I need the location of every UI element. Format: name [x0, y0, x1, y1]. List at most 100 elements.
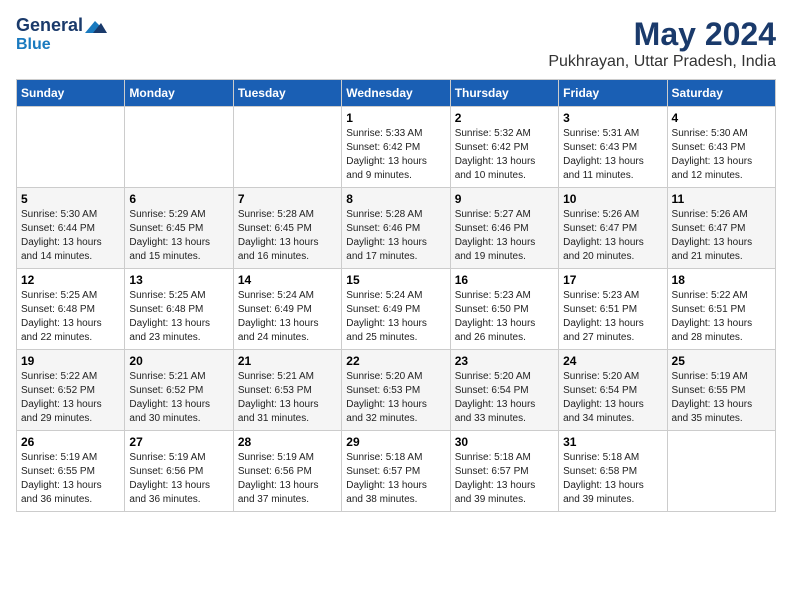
- day-info: Sunrise: 5:30 AMSunset: 6:44 PMDaylight:…: [21, 208, 120, 264]
- day-number: 27: [129, 435, 228, 449]
- day-info: Sunrise: 5:22 AMSunset: 6:51 PMDaylight:…: [672, 289, 771, 345]
- day-cell: 22Sunrise: 5:20 AMSunset: 6:53 PMDayligh…: [342, 350, 450, 431]
- day-number: 17: [563, 273, 662, 287]
- day-info: Sunrise: 5:25 AMSunset: 6:48 PMDaylight:…: [129, 289, 228, 345]
- day-info: Sunrise: 5:27 AMSunset: 6:46 PMDaylight:…: [455, 208, 554, 264]
- logo-blue: Blue: [16, 36, 51, 54]
- day-cell: [667, 431, 775, 512]
- logo-general: General: [16, 16, 83, 36]
- day-cell: 17 Sunrise: 5:23 AMSunset: 6:51 PMDayligh…: [559, 269, 667, 350]
- day-cell: 26 Sunrise: 5:19 AMSunset: 6:55 PMDayligh…: [17, 431, 125, 512]
- calendar-table: SundayMondayTuesdayWednesdayThursdayFrid…: [16, 79, 776, 512]
- weekday-header-tuesday: Tuesday: [233, 80, 341, 107]
- day-number: 18: [672, 273, 771, 287]
- day-number: 10: [563, 192, 662, 206]
- day-number: 24: [563, 354, 662, 368]
- location-title: Pukhrayan, Uttar Pradesh, India: [548, 53, 776, 71]
- weekday-header-thursday: Thursday: [450, 80, 558, 107]
- day-info: Sunrise: 5:28 AMSunset: 6:46 PMDaylight:…: [346, 208, 445, 264]
- day-number: 5: [21, 192, 120, 206]
- day-cell: 28Sunrise: 5:19 AMSunset: 6:56 PMDayligh…: [233, 431, 341, 512]
- weekday-header-friday: Friday: [559, 80, 667, 107]
- day-info: Sunrise: 5:20 AMSunset: 6:54 PMDaylight:…: [455, 370, 554, 426]
- day-number: 12: [21, 273, 120, 287]
- day-info: Sunrise: 5:29 AMSunset: 6:45 PMDaylight:…: [129, 208, 228, 264]
- day-number: 15: [346, 273, 445, 287]
- day-number: 28: [238, 435, 337, 449]
- day-cell: 8 Sunrise: 5:28 AMSunset: 6:46 PMDaylight…: [342, 188, 450, 269]
- day-cell: 23 Sunrise: 5:20 AMSunset: 6:54 PMDayligh…: [450, 350, 558, 431]
- day-info: Sunrise: 5:26 AMSunset: 6:47 PMDaylight:…: [672, 208, 771, 264]
- day-info: Sunrise: 5:21 AMSunset: 6:53 PMDaylight:…: [238, 370, 337, 426]
- week-row-1: 1 Sunrise: 5:33 AMSunset: 6:42 PMDaylight…: [17, 107, 776, 188]
- day-cell: [17, 107, 125, 188]
- day-number: 8: [346, 192, 445, 206]
- day-number: 11: [672, 192, 771, 206]
- day-number: 9: [455, 192, 554, 206]
- day-number: 29: [346, 435, 445, 449]
- day-info: Sunrise: 5:19 AMSunset: 6:56 PMDaylight:…: [129, 451, 228, 507]
- day-cell: 21 Sunrise: 5:21 AMSunset: 6:53 PMDayligh…: [233, 350, 341, 431]
- day-info: Sunrise: 5:32 AMSunset: 6:42 PMDaylight:…: [455, 127, 554, 183]
- day-cell: 29Sunrise: 5:18 AMSunset: 6:57 PMDayligh…: [342, 431, 450, 512]
- day-cell: 4 Sunrise: 5:30 AMSunset: 6:43 PMDaylight…: [667, 107, 775, 188]
- day-number: 25: [672, 354, 771, 368]
- day-cell: 3 Sunrise: 5:31 AMSunset: 6:43 PMDaylight…: [559, 107, 667, 188]
- day-cell: 5 Sunrise: 5:30 AMSunset: 6:44 PMDaylight…: [17, 188, 125, 269]
- week-row-4: 19 Sunrise: 5:22 AMSunset: 6:52 PMDayligh…: [17, 350, 776, 431]
- day-cell: 1 Sunrise: 5:33 AMSunset: 6:42 PMDaylight…: [342, 107, 450, 188]
- day-info: Sunrise: 5:26 AMSunset: 6:47 PMDaylight:…: [563, 208, 662, 264]
- weekday-header-saturday: Saturday: [667, 80, 775, 107]
- day-number: 3: [563, 111, 662, 125]
- day-info: Sunrise: 5:24 AMSunset: 6:49 PMDaylight:…: [346, 289, 445, 345]
- day-cell: 20 Sunrise: 5:21 AMSunset: 6:52 PMDayligh…: [125, 350, 233, 431]
- day-number: 26: [21, 435, 120, 449]
- logo: General Blue: [16, 16, 107, 53]
- day-cell: 12 Sunrise: 5:25 AMSunset: 6:48 PMDayligh…: [17, 269, 125, 350]
- day-info: Sunrise: 5:19 AMSunset: 6:55 PMDaylight:…: [672, 370, 771, 426]
- day-cell: 15 Sunrise: 5:24 AMSunset: 6:49 PMDayligh…: [342, 269, 450, 350]
- day-info: Sunrise: 5:30 AMSunset: 6:43 PMDaylight:…: [672, 127, 771, 183]
- weekday-header-row: SundayMondayTuesdayWednesdayThursdayFrid…: [17, 80, 776, 107]
- day-number: 13: [129, 273, 228, 287]
- day-number: 2: [455, 111, 554, 125]
- day-info: Sunrise: 5:25 AMSunset: 6:48 PMDaylight:…: [21, 289, 120, 345]
- day-cell: 11 Sunrise: 5:26 AMSunset: 6:47 PMDayligh…: [667, 188, 775, 269]
- day-number: 4: [672, 111, 771, 125]
- day-info: Sunrise: 5:23 AMSunset: 6:50 PMDaylight:…: [455, 289, 554, 345]
- day-cell: 18 Sunrise: 5:22 AMSunset: 6:51 PMDayligh…: [667, 269, 775, 350]
- day-cell: 27 Sunrise: 5:19 AMSunset: 6:56 PMDayligh…: [125, 431, 233, 512]
- day-info: Sunrise: 5:20 AMSunset: 6:54 PMDaylight:…: [563, 370, 662, 426]
- weekday-header-sunday: Sunday: [17, 80, 125, 107]
- weekday-header-monday: Monday: [125, 80, 233, 107]
- day-info: Sunrise: 5:31 AMSunset: 6:43 PMDaylight:…: [563, 127, 662, 183]
- day-info: Sunrise: 5:21 AMSunset: 6:52 PMDaylight:…: [129, 370, 228, 426]
- day-info: Sunrise: 5:19 AMSunset: 6:55 PMDaylight:…: [21, 451, 120, 507]
- day-number: 19: [21, 354, 120, 368]
- day-number: 1: [346, 111, 445, 125]
- week-row-2: 5 Sunrise: 5:30 AMSunset: 6:44 PMDaylight…: [17, 188, 776, 269]
- day-info: Sunrise: 5:20 AMSunset: 6:53 PMDaylight:…: [346, 370, 445, 426]
- day-number: 23: [455, 354, 554, 368]
- day-info: Sunrise: 5:33 AMSunset: 6:42 PMDaylight:…: [346, 127, 445, 183]
- week-row-5: 26 Sunrise: 5:19 AMSunset: 6:55 PMDayligh…: [17, 431, 776, 512]
- day-number: 30: [455, 435, 554, 449]
- day-cell: 9 Sunrise: 5:27 AMSunset: 6:46 PMDaylight…: [450, 188, 558, 269]
- day-info: Sunrise: 5:23 AMSunset: 6:51 PMDaylight:…: [563, 289, 662, 345]
- logo-icon: [85, 19, 107, 35]
- day-info: Sunrise: 5:22 AMSunset: 6:52 PMDaylight:…: [21, 370, 120, 426]
- day-number: 7: [238, 192, 337, 206]
- day-info: Sunrise: 5:18 AMSunset: 6:58 PMDaylight:…: [563, 451, 662, 507]
- day-cell: 7Sunrise: 5:28 AMSunset: 6:45 PMDaylight…: [233, 188, 341, 269]
- day-cell: 30Sunrise: 5:18 AMSunset: 6:57 PMDayligh…: [450, 431, 558, 512]
- day-cell: 19 Sunrise: 5:22 AMSunset: 6:52 PMDayligh…: [17, 350, 125, 431]
- day-cell: 25 Sunrise: 5:19 AMSunset: 6:55 PMDayligh…: [667, 350, 775, 431]
- day-number: 20: [129, 354, 228, 368]
- day-number: 21: [238, 354, 337, 368]
- day-cell: 10 Sunrise: 5:26 AMSunset: 6:47 PMDayligh…: [559, 188, 667, 269]
- day-cell: [233, 107, 341, 188]
- day-info: Sunrise: 5:24 AMSunset: 6:49 PMDaylight:…: [238, 289, 337, 345]
- day-number: 16: [455, 273, 554, 287]
- day-cell: 16 Sunrise: 5:23 AMSunset: 6:50 PMDayligh…: [450, 269, 558, 350]
- day-number: 14: [238, 273, 337, 287]
